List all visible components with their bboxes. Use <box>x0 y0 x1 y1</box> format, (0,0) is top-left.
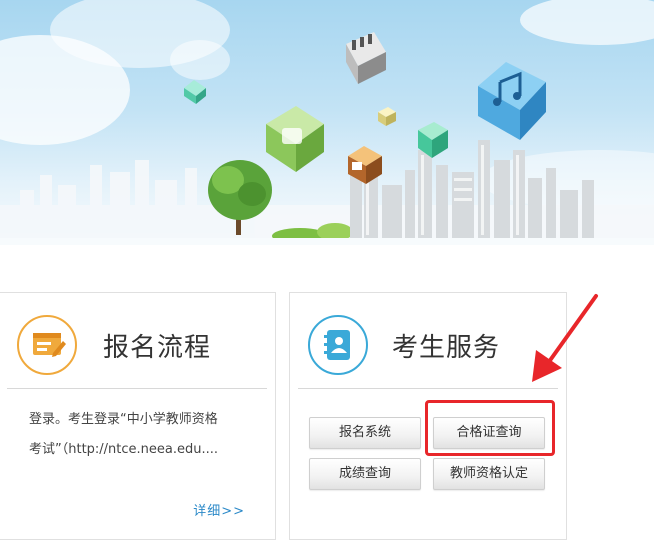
registration-description: 登录。考生登录“中小学教师资格 考试”（http://ntce.neea.edu… <box>29 405 249 465</box>
music-note-cube-icon <box>478 62 546 140</box>
score-query-button[interactable]: 成绩查询 <box>309 458 421 490</box>
description-line: 登录。考生登录“中小学教师资格 <box>29 412 218 427</box>
form-edit-icon <box>17 315 77 375</box>
divider <box>298 388 558 389</box>
dot-cube-icon <box>184 80 206 104</box>
city-skyline-illustration <box>0 0 654 245</box>
detail-link[interactable]: 详细>> <box>193 500 245 519</box>
divider <box>7 388 267 389</box>
teacher-qualification-button[interactable]: 教师资格认定 <box>433 458 545 490</box>
folder-cube-icon <box>266 106 324 172</box>
card-title: 报名流程 <box>103 333 212 363</box>
certificate-query-button[interactable]: 合格证查询 <box>433 417 545 449</box>
calculator-cube-icon <box>346 32 386 84</box>
banner-illustration <box>0 0 654 245</box>
registration-process-card: 报名流程 登录。考生登录“中小学教师资格 考试”（http://ntce.nee… <box>0 292 276 540</box>
candidate-services-card: 考生服务 报名系统 合格证查询 成绩查询 教师资格认定 <box>289 292 567 540</box>
card-title: 考生服务 <box>392 333 501 363</box>
registration-system-button[interactable]: 报名系统 <box>309 417 421 449</box>
description-line: 考试”（http://ntce.neea.edu.... <box>29 442 219 457</box>
contact-book-icon <box>308 315 368 375</box>
